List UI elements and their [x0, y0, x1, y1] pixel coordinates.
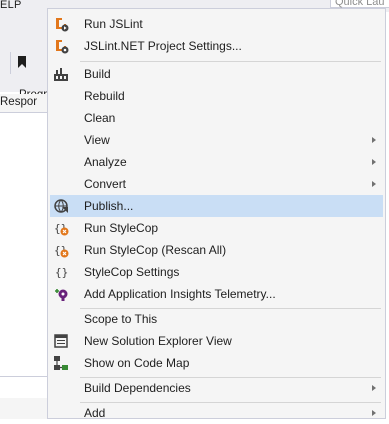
- menu-item-label: Build: [84, 67, 111, 81]
- new-solution-view-icon: [54, 334, 68, 348]
- menu-item-convert[interactable]: Convert: [50, 173, 383, 195]
- jslint-settings-icon: [56, 40, 69, 54]
- submenu-arrow-icon: [372, 385, 376, 391]
- menu-item-label: View: [84, 133, 110, 147]
- divider: [0, 376, 48, 377]
- menu-item-run-jslint[interactable]: Run JSLint: [50, 13, 383, 35]
- jslint-run-icon: [56, 18, 69, 32]
- menu-item-label: New Solution Explorer View: [84, 334, 232, 348]
- stylecop-settings-icon: {}: [55, 266, 68, 279]
- menu-item-label: Clean: [84, 111, 116, 125]
- publish-icon: [54, 199, 68, 213]
- menu-item-label: Add: [84, 406, 106, 420]
- menu-item-label: StyleCop Settings: [84, 265, 180, 279]
- menu-item-label: Run JSLint: [84, 17, 143, 31]
- status-strip: [0, 398, 48, 419]
- menu-item-analyze[interactable]: Analyze: [50, 151, 383, 173]
- menu-item-label: Analyze: [84, 155, 127, 169]
- menu-item-show-on-code-map[interactable]: Show on Code Map: [50, 352, 383, 374]
- help-menu-fragment[interactable]: ELP: [0, 0, 22, 12]
- menu-item-scope-to-this[interactable]: Scope to This: [50, 308, 383, 330]
- toolbar-separator: [10, 52, 11, 74]
- ide-toolbar: Progr: [0, 12, 48, 101]
- menu-item-label: Build Dependencies: [84, 381, 191, 395]
- menu-item-label: Add Application Insights Telemetry...: [84, 287, 276, 301]
- code-map-icon: [54, 356, 68, 370]
- menu-item-label: Publish...: [84, 199, 134, 213]
- menu-item-clean[interactable]: Clean: [50, 107, 383, 129]
- menu-item-publish[interactable]: Publish...: [50, 195, 383, 217]
- submenu-arrow-icon: [372, 181, 376, 187]
- menu-item-run-stylecop[interactable]: {} Run StyleCop: [50, 217, 383, 239]
- stylecop-run-icon: {}: [54, 222, 69, 236]
- app-insights-icon: [55, 289, 68, 301]
- quick-launch-input[interactable]: Quick Lau: [330, 0, 389, 8]
- build-icon: [54, 68, 68, 81]
- menu-separator: [80, 61, 381, 62]
- menu-item-add-app-insights[interactable]: Add Application Insights Telemetry...: [50, 283, 383, 305]
- bookmark-icon[interactable]: [18, 56, 26, 68]
- submenu-arrow-icon: [372, 159, 376, 165]
- menu-item-label: Rebuild: [84, 89, 125, 103]
- menu-item-rebuild[interactable]: Rebuild: [50, 85, 383, 107]
- svg-text:{}: {}: [55, 266, 68, 279]
- menu-item-label: Show on Code Map: [84, 356, 190, 370]
- menu-item-jslint-settings[interactable]: JSLint.NET Project Settings...: [50, 35, 383, 57]
- menu-item-view[interactable]: View: [50, 129, 383, 151]
- menu-item-label: Convert: [84, 177, 127, 191]
- menu-item-new-solution-view[interactable]: New Solution Explorer View: [50, 330, 383, 352]
- document-tab[interactable]: Respor: [0, 94, 48, 113]
- submenu-arrow-icon: [372, 137, 376, 143]
- context-menu: Run JSLint JSLint.NET Project Settings..…: [47, 8, 386, 420]
- stylecop-rescan-icon: {}: [54, 244, 69, 258]
- menu-item-label: Run StyleCop: [84, 221, 159, 235]
- menu-item-run-stylecop-rescan[interactable]: {} Run StyleCop (Rescan All): [50, 239, 383, 261]
- menu-item-label: Run StyleCop (Rescan All): [84, 243, 227, 257]
- menu-item-stylecop-settings[interactable]: {} StyleCop Settings: [50, 261, 383, 283]
- submenu-arrow-icon: [372, 410, 376, 416]
- menu-item-add[interactable]: Add: [50, 402, 383, 424]
- menu-item-label: Scope to This: [84, 312, 158, 326]
- document-tab-label: Respor: [0, 96, 38, 108]
- menu-item-build[interactable]: Build: [50, 63, 383, 85]
- menu-item-build-dependencies[interactable]: Build Dependencies: [50, 377, 383, 399]
- menu-item-label: JSLint.NET Project Settings...: [84, 39, 242, 53]
